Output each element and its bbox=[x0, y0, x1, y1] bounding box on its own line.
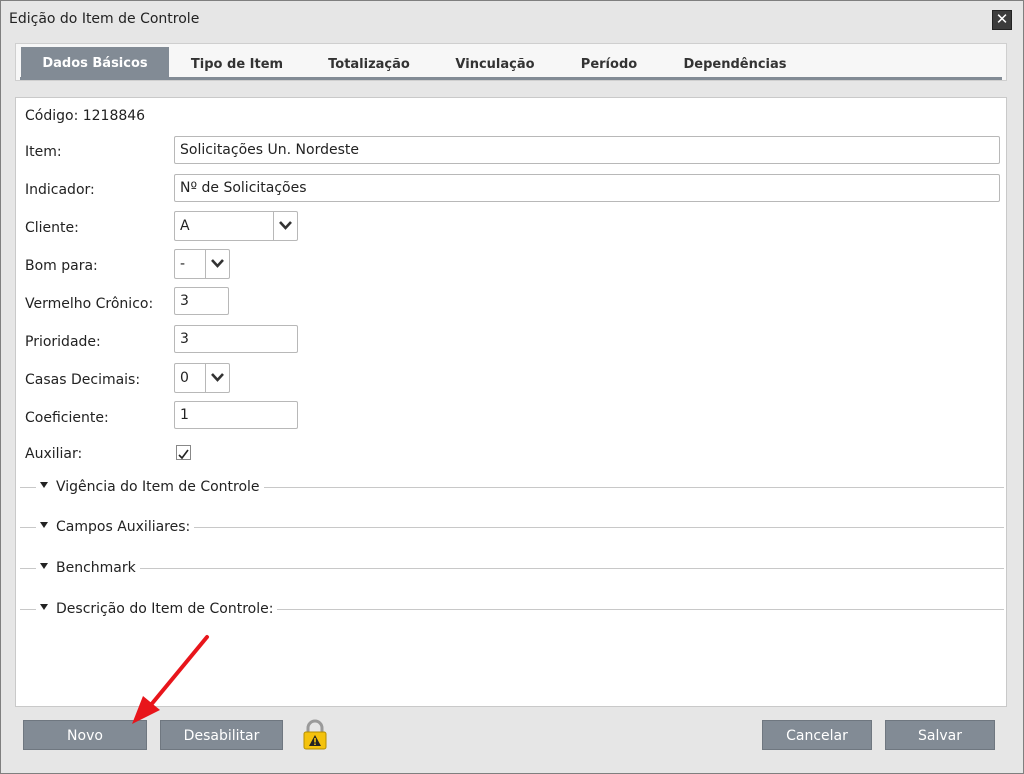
tab-tipo-de-item[interactable]: Tipo de Item bbox=[176, 47, 298, 79]
bom-para-select[interactable]: - bbox=[174, 249, 230, 279]
casas-decimais-label: Casas Decimais: bbox=[25, 372, 141, 388]
tab-periodo[interactable]: Período bbox=[572, 47, 646, 79]
caret-down-icon bbox=[40, 604, 48, 610]
chevron-down-icon[interactable] bbox=[205, 364, 229, 392]
codigo-text: Código: 1218846 bbox=[25, 108, 146, 124]
section-descricao-title: Descrição do Item de Controle: bbox=[56, 601, 274, 617]
cliente-label: Cliente: bbox=[25, 220, 79, 236]
item-input[interactable]: Solicitações Un. Nordeste bbox=[174, 136, 1000, 164]
bom-para-label: Bom para: bbox=[25, 258, 98, 274]
caret-down-icon bbox=[40, 563, 48, 569]
tab-bar-underline bbox=[20, 77, 1002, 80]
chevron-down-icon[interactable] bbox=[205, 250, 229, 278]
section-campos-auxiliares-title: Campos Auxiliares: bbox=[56, 519, 191, 535]
vermelho-cronico-label: Vermelho Crônico: bbox=[25, 296, 154, 312]
form-panel: Código: 1218846 Item: Solicitações Un. N… bbox=[15, 97, 1007, 707]
section-descricao[interactable]: Descrição do Item de Controle: bbox=[20, 599, 1004, 619]
tab-totalizacao[interactable]: Totalização bbox=[316, 47, 422, 79]
caret-down-icon bbox=[40, 482, 48, 488]
casas-decimais-select[interactable]: 0 bbox=[174, 363, 230, 393]
prioridade-label: Prioridade: bbox=[25, 334, 101, 350]
section-vigencia[interactable]: Vigência do Item de Controle bbox=[20, 477, 1004, 497]
indicador-label: Indicador: bbox=[25, 182, 95, 198]
tab-bar: Dados Básicos Tipo de Item Totalização V… bbox=[15, 43, 1007, 81]
section-benchmark-title: Benchmark bbox=[56, 560, 136, 576]
tab-vinculacao[interactable]: Vinculação bbox=[444, 47, 546, 79]
close-icon[interactable]: ✕ bbox=[992, 10, 1012, 30]
chevron-down-icon[interactable] bbox=[273, 212, 297, 240]
lock-warning-icon bbox=[301, 719, 329, 751]
salvar-button[interactable]: Salvar bbox=[885, 720, 995, 750]
caret-down-icon bbox=[40, 522, 48, 528]
bom-para-value: - bbox=[180, 256, 186, 272]
cliente-select[interactable]: A bbox=[174, 211, 298, 241]
dialog-titlebar: Edição do Item de Controle ✕ bbox=[1, 1, 1023, 39]
auxiliar-label: Auxiliar: bbox=[25, 446, 83, 462]
cancelar-button[interactable]: Cancelar bbox=[762, 720, 872, 750]
section-campos-auxiliares[interactable]: Campos Auxiliares: bbox=[20, 517, 1004, 537]
indicador-input[interactable]: Nº de Solicitações bbox=[174, 174, 1000, 202]
item-label: Item: bbox=[25, 144, 62, 160]
coeficiente-input[interactable]: 1 bbox=[174, 401, 298, 429]
desabilitar-button[interactable]: Desabilitar bbox=[160, 720, 283, 750]
casas-decimais-value: 0 bbox=[180, 370, 189, 386]
dialog-title: Edição do Item de Controle bbox=[9, 11, 200, 27]
vermelho-cronico-input[interactable]: 3 bbox=[174, 287, 229, 315]
tab-dependencias[interactable]: Dependências bbox=[674, 47, 796, 79]
auxiliar-checkbox[interactable] bbox=[176, 445, 191, 460]
cliente-value: A bbox=[180, 218, 190, 234]
section-benchmark[interactable]: Benchmark bbox=[20, 558, 1004, 578]
section-vigencia-title: Vigência do Item de Controle bbox=[56, 479, 260, 495]
edit-control-item-dialog: Edição do Item de Controle ✕ Dados Básic… bbox=[0, 0, 1024, 774]
check-icon bbox=[178, 449, 189, 460]
coeficiente-label: Coeficiente: bbox=[25, 410, 109, 426]
prioridade-input[interactable]: 3 bbox=[174, 325, 298, 353]
tab-dados-basicos[interactable]: Dados Básicos bbox=[21, 47, 169, 79]
novo-button[interactable]: Novo bbox=[23, 720, 147, 750]
